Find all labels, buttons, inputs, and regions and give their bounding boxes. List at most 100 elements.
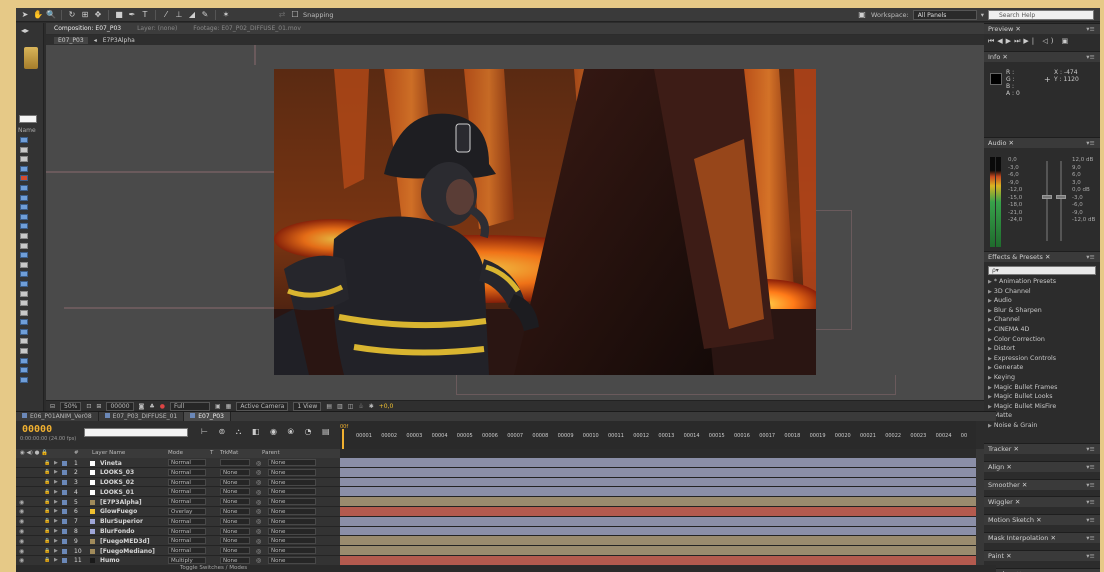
panel-menu-icon[interactable]: ▾≡ (1086, 24, 1095, 35)
eraser-tool-icon[interactable]: ◢ (187, 10, 197, 20)
layer-duration-bar[interactable] (340, 458, 976, 468)
layer-duration-bar[interactable] (340, 477, 976, 488)
expand-triangle-icon[interactable]: ▶ (988, 356, 992, 362)
expand-triangle-icon[interactable]: ▶ (988, 279, 992, 285)
parent-select[interactable]: None (268, 478, 316, 486)
layer-row[interactable]: 🔒 ▶ 4 LOOKS_01 Normal None ◎ None (16, 487, 340, 498)
parent-select[interactable]: None (268, 498, 316, 506)
tab-composition[interactable]: Composition: E07_P03 (54, 25, 121, 32)
mask-tool-icon[interactable]: ■ (114, 10, 124, 20)
blend-mode-select[interactable]: Multiply (168, 556, 206, 564)
track-matte-select[interactable]: None (220, 488, 250, 496)
safe-zones-icon[interactable]: ⊡ (86, 403, 91, 410)
audio-fader-knob[interactable] (1042, 195, 1052, 199)
show-channel-icon[interactable]: ♣ (149, 403, 154, 410)
file-icon[interactable] (20, 213, 28, 220)
layer-name[interactable]: [FuegoMediano] (100, 548, 155, 555)
track-matte-select[interactable]: None (220, 537, 250, 545)
file-icon[interactable] (20, 328, 28, 335)
audio-fader-left[interactable] (1046, 161, 1048, 241)
expand-triangle-icon[interactable]: ▶ (988, 385, 992, 391)
expand-triangle-icon[interactable]: ▶ (988, 346, 992, 352)
pickwhip-icon[interactable]: ◎ (256, 528, 261, 535)
timeline-timecode[interactable]: 00000 (22, 424, 52, 435)
expand-triangle-icon[interactable]: ▶ (54, 489, 58, 495)
blend-mode-select[interactable]: Normal (168, 537, 206, 545)
expand-triangle-icon[interactable]: ▶ (54, 528, 58, 534)
pickwhip-icon[interactable]: ◎ (256, 548, 261, 555)
effects-category[interactable]: ▶ Generate (984, 363, 1100, 373)
folder-icon[interactable] (20, 146, 28, 153)
file-icon[interactable] (20, 137, 28, 143)
panel-menu-icon[interactable]: ▾≡ (1086, 515, 1095, 526)
folder-icon[interactable] (20, 309, 28, 316)
track-matte-select[interactable] (220, 459, 250, 466)
time-ruler[interactable]: 00f 00001 00002 00003 00004 00005 00006 00007 0… (340, 421, 976, 449)
visibility-eye-icon[interactable]: ◉ (19, 499, 24, 506)
camera-tool-icon[interactable]: ⊞ (80, 10, 90, 20)
layer-name[interactable]: BlurSuperior (100, 518, 143, 525)
effects-category[interactable]: ▶ 3D Channel (984, 287, 1100, 297)
effects-category[interactable]: ▶ Keying (984, 373, 1100, 383)
expand-triangle-icon[interactable]: ▶ (988, 317, 992, 323)
layer-name[interactable]: BlurFondo (100, 528, 135, 535)
snapping-checkbox-icon[interactable]: ☐ (290, 10, 300, 20)
panel-menu-icon[interactable]: ▾≡ (1086, 444, 1095, 455)
panel-menu-icon[interactable]: ▾≡ (1086, 551, 1095, 562)
lock-icon[interactable]: 🔒 (44, 508, 50, 514)
exposure-icon[interactable]: ✱ (369, 403, 374, 410)
toggle-pixel-aspect-icon[interactable]: ▤ (326, 403, 332, 410)
zoom-select[interactable]: 50% (60, 401, 82, 411)
visibility-eye-icon[interactable]: ◉ (19, 518, 24, 525)
track-matte-select[interactable]: None (220, 527, 250, 535)
effects-category[interactable]: ▶ Audio (984, 296, 1100, 306)
layer-label-color[interactable] (62, 519, 67, 525)
file-icon[interactable] (20, 319, 28, 326)
workspace-icon[interactable]: ▣ (857, 10, 867, 20)
pickwhip-icon[interactable]: ◎ (256, 469, 261, 476)
zoom-tool-icon[interactable]: 🔍 (46, 10, 56, 20)
panel-header-motion-sketch[interactable]: Motion Sketch ✕ ▾≡ (984, 514, 1100, 526)
pickwhip-icon[interactable]: ◎ (256, 479, 261, 486)
layer-row[interactable]: ◉ 🔒 ▶ 10 [FuegoMediano] Normal None ◎ None (16, 546, 340, 556)
color-channel-icon[interactable]: ● (160, 403, 165, 410)
layer-label-color[interactable] (62, 489, 67, 495)
layer-label-color[interactable] (62, 460, 67, 466)
blend-mode-select[interactable]: Normal (168, 547, 206, 555)
lock-icon[interactable]: 🔒 (44, 499, 50, 505)
layer-name[interactable]: GlowFuego (100, 508, 137, 515)
file-icon[interactable] (20, 223, 28, 230)
panel-header-smoother[interactable]: Smoother ✕ ▾≡ (984, 478, 1100, 490)
parent-select[interactable]: None (268, 556, 316, 564)
blend-mode-select[interactable]: Normal (168, 488, 206, 496)
blend-mode-select[interactable]: Normal (168, 468, 206, 476)
lock-icon[interactable]: 🔒 (44, 557, 50, 563)
project-search-input[interactable] (19, 115, 37, 123)
expand-triangle-icon[interactable]: ▶ (54, 460, 58, 466)
layer-duration-bar[interactable] (340, 497, 976, 507)
tab-timeline-1[interactable]: E06_P01ANIM_Ver08 (16, 411, 99, 422)
layer-label-color[interactable] (62, 538, 67, 544)
expand-triangle-icon[interactable]: ▶ (54, 499, 58, 505)
layer-label-color[interactable] (62, 529, 67, 535)
parent-select[interactable]: None (268, 517, 316, 525)
preview-panel-header[interactable]: Preview ✕ ▾≡ (984, 23, 1100, 34)
folder-icon[interactable] (20, 290, 28, 297)
layer-name[interactable]: [E7P3Alpha] (100, 499, 142, 506)
search-help-input[interactable]: Search Help (988, 10, 1094, 20)
layer-duration-bar[interactable] (340, 526, 976, 537)
tab-footage[interactable]: Footage: E07_P02_DIFFUSE_01.mov (193, 25, 301, 32)
panel-menu-icon[interactable]: ▾≡ (1086, 52, 1095, 63)
expand-triangle-icon[interactable]: ▶ (54, 548, 58, 554)
track-matte-select[interactable]: None (220, 498, 250, 506)
file-icon[interactable] (20, 175, 28, 182)
effects-panel-header[interactable]: Effects & Presets ✕ ▾≡ (984, 251, 1100, 262)
layer-label-color[interactable] (62, 480, 67, 486)
fast-previews-icon[interactable]: ▥ (337, 403, 343, 410)
visibility-eye-icon[interactable]: ◉ (19, 548, 24, 555)
chevron-down-icon[interactable]: ▾ (981, 11, 984, 19)
lock-icon[interactable]: 🔒 (44, 469, 50, 475)
layer-label-color[interactable] (62, 548, 67, 554)
layer-row[interactable]: ◉ 🔒 ▶ 8 BlurFondo Normal None ◎ None (16, 526, 340, 537)
axis-mode-icon[interactable]: ⇄ (277, 10, 287, 20)
